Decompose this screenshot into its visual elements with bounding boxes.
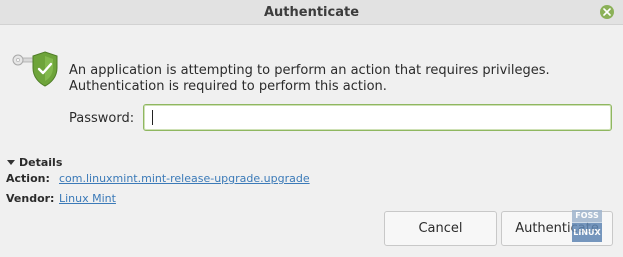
vendor-label: Vendor: xyxy=(6,192,55,205)
triangle-down-icon xyxy=(7,160,15,165)
action-link[interactable]: com.linuxmint.mint-release-upgrade.upgra… xyxy=(59,172,310,185)
watermark-top: FOSS xyxy=(572,210,602,222)
details-label: Details xyxy=(19,156,63,169)
details-expander[interactable]: Details xyxy=(7,156,62,169)
titlebar: Authenticate xyxy=(0,0,623,25)
action-label: Action: xyxy=(6,172,50,185)
watermark-bottom: LINUX xyxy=(572,223,602,242)
close-icon xyxy=(603,8,611,16)
cancel-button[interactable]: Cancel xyxy=(384,211,497,246)
password-label: Password: xyxy=(69,111,135,126)
authenticate-dialog: Authenticate An application is attemptin… xyxy=(0,0,623,257)
auth-message: An application is attempting to perform … xyxy=(69,63,550,94)
password-input[interactable] xyxy=(143,104,612,131)
close-button[interactable] xyxy=(600,5,614,19)
text-caret xyxy=(152,110,153,125)
window-title: Authenticate xyxy=(263,5,360,20)
vendor-link[interactable]: Linux Mint xyxy=(59,192,116,205)
watermark-logo: FOSS LINUX xyxy=(572,210,602,242)
key-shield-icon xyxy=(12,51,58,87)
